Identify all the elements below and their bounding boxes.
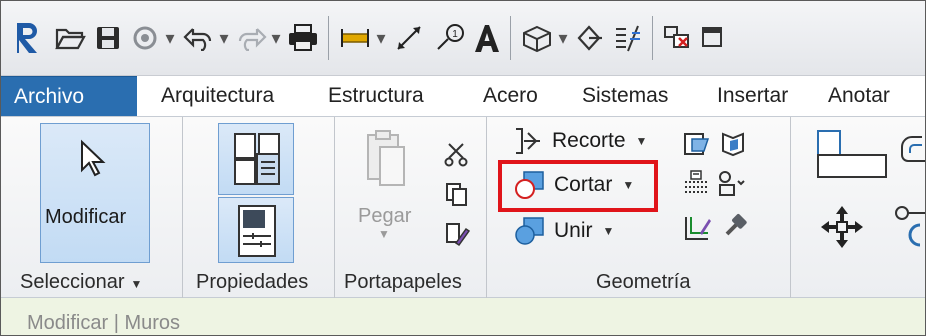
panel-divider <box>790 117 791 299</box>
thin-lines-icon[interactable] <box>612 18 644 58</box>
quick-access-toolbar: ▾ ▾ ▾ ▾ 1 ▾ <box>0 0 926 76</box>
copy-icon[interactable] <box>444 181 470 207</box>
offset-icon[interactable] <box>892 131 926 183</box>
switch-windows-icon[interactable] <box>700 18 724 58</box>
tab-estructura[interactable]: Estructura <box>314 76 438 116</box>
redo-icon[interactable] <box>234 18 268 58</box>
section-icon[interactable] <box>574 18 604 58</box>
tab-acero[interactable]: Acero <box>469 76 552 116</box>
undo-dropdown-icon[interactable]: ▾ <box>217 18 231 58</box>
tab-insertar[interactable]: Insertar <box>703 76 802 116</box>
tab-arquitectura[interactable]: Arquitectura <box>147 76 288 116</box>
revit-logo-icon[interactable] <box>14 18 44 58</box>
redo-dropdown-icon[interactable]: ▾ <box>269 18 283 58</box>
toolbar-separator <box>652 16 653 60</box>
demolish-icon[interactable] <box>716 169 752 199</box>
match-properties-icon[interactable] <box>444 221 470 247</box>
paint-icon[interactable] <box>682 169 712 199</box>
panel-divider <box>334 117 335 299</box>
paste-dropdown-icon: ▼ <box>378 227 390 241</box>
wall-joins-icon[interactable] <box>718 129 748 159</box>
sync-icon[interactable] <box>130 18 160 58</box>
3d-view-dropdown-icon[interactable]: ▾ <box>556 18 570 58</box>
align-icon[interactable] <box>812 127 892 183</box>
highlight-frame <box>498 160 658 212</box>
print-icon[interactable] <box>286 18 320 58</box>
panel-title-propiedades: Propiedades <box>196 271 309 293</box>
measure-icon[interactable] <box>338 18 372 58</box>
ribbon: Modificar Seleccionar ▼ Propiedades Pega… <box>0 116 926 299</box>
panel-divider <box>486 117 487 299</box>
type-properties-icon <box>234 133 280 185</box>
recorte-button[interactable]: Recorte ▼ <box>512 121 647 161</box>
undo-icon[interactable] <box>182 18 216 58</box>
save-icon[interactable] <box>94 18 122 58</box>
panel-title-seleccionar[interactable]: Seleccionar ▼ <box>20 265 142 299</box>
modify-button[interactable]: Modificar <box>40 123 150 263</box>
tag-icon[interactable]: 1 <box>434 18 468 58</box>
3d-view-icon[interactable] <box>520 18 554 58</box>
paste-button[interactable]: Pegar ▼ <box>350 123 420 259</box>
cut-icon[interactable] <box>444 141 470 167</box>
panel-title-seleccionar-text: Seleccionar <box>20 271 125 293</box>
toolbar-separator <box>328 16 329 60</box>
contextual-tab-label: Modificar | Muros <box>27 312 181 334</box>
unir-label: Unir <box>554 219 593 242</box>
paste-label: Pegar <box>358 205 412 227</box>
svg-text:1: 1 <box>452 29 458 40</box>
tab-archivo[interactable]: Archivo <box>0 76 137 116</box>
toolbar-separator <box>510 16 511 60</box>
properties-button[interactable] <box>218 197 294 263</box>
ribbon-tab-bar: Archivo Arquitectura Estructura Acero Si… <box>0 76 926 116</box>
text-icon[interactable] <box>472 18 502 58</box>
cope-icon <box>516 128 540 154</box>
recorte-label: Recorte <box>552 129 626 152</box>
paste-icon <box>367 130 405 186</box>
modify-label: Modificar <box>45 206 127 228</box>
tab-sistemas[interactable]: Sistemas <box>568 76 682 116</box>
panel-title-geometria: Geometría <box>596 271 691 293</box>
copy-element-icon[interactable] <box>890 197 926 247</box>
join-geometry-icon <box>515 217 544 245</box>
unir-button[interactable]: Unir ▼ <box>514 211 614 251</box>
cursor-icon <box>81 139 106 177</box>
chevron-down-icon: ▼ <box>602 224 615 238</box>
measure-dropdown-icon[interactable]: ▾ <box>374 18 388 58</box>
panel-divider <box>182 117 183 299</box>
close-hidden-icon[interactable] <box>662 18 694 58</box>
open-folder-icon[interactable] <box>54 18 86 58</box>
hammer-icon[interactable] <box>718 213 748 243</box>
split-face-icon[interactable] <box>682 129 712 159</box>
contextual-tab-bar: Modificar | Muros <box>0 298 926 336</box>
wall-profile-icon[interactable] <box>682 213 712 243</box>
sync-dropdown-icon[interactable]: ▾ <box>163 18 177 58</box>
chevron-down-icon: ▼ <box>130 277 143 291</box>
move-icon[interactable] <box>818 203 866 251</box>
type-properties-button[interactable] <box>218 123 294 195</box>
chevron-down-icon: ▼ <box>635 134 648 148</box>
aligned-dimension-icon[interactable] <box>392 18 426 58</box>
tab-anotar[interactable]: Anotar <box>814 76 904 116</box>
panel-title-portapapeles: Portapapeles <box>344 271 462 293</box>
properties-icon <box>238 205 276 257</box>
